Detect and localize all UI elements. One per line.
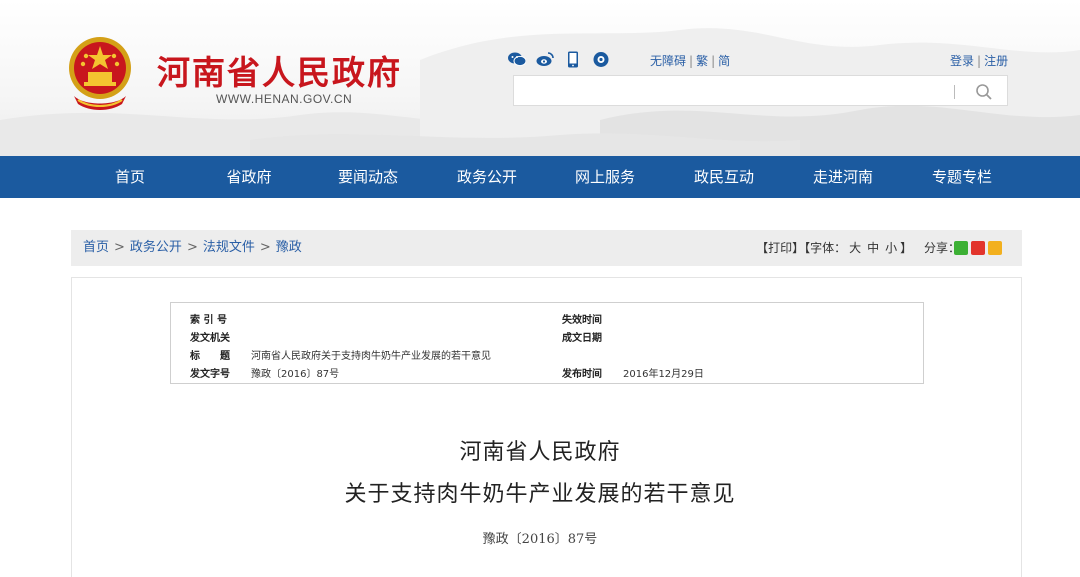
breadcrumb-bar: 首页 > 政务公开 > 法规文件 > 豫政 【打印】【字体：大中小】 分享： xyxy=(71,230,1022,266)
share-icons xyxy=(954,241,1002,255)
nav-item-interaction[interactable]: 政民互动 xyxy=(669,156,779,198)
document-title-line2: 关于支持肉牛奶牛产业发展的若干意见 xyxy=(344,482,736,507)
site-header: 河南省人民政府 WWW.HENAN.GOV.CN 无障碍 | 繁 | 简 登录 | 注册 xyxy=(0,0,1080,156)
share-qq-icon[interactable] xyxy=(988,241,1002,255)
social-icons xyxy=(508,50,610,68)
document-number-value: 豫政〔2016〕87号 xyxy=(251,369,340,380)
document-number-label: 发文字号 xyxy=(190,369,230,380)
search-input[interactable] xyxy=(520,80,944,104)
issuing-authority-label: 发文机关 xyxy=(190,333,230,344)
breadcrumb-government-affairs[interactable]: 政务公开 xyxy=(130,240,182,255)
nav-item-government-affairs[interactable]: 政务公开 xyxy=(432,156,542,198)
national-emblem-icon xyxy=(69,37,131,110)
account-links: 登录 | 注册 xyxy=(950,54,1009,68)
podcast-icon[interactable] xyxy=(592,50,610,68)
expiry-time-label: 失效时间 xyxy=(562,315,602,326)
title-label: 标 题 xyxy=(190,351,230,362)
publish-time-value: 2016年12月29日 xyxy=(623,369,704,380)
breadcrumb: 首页 > 政务公开 > 法规文件 > 豫政 xyxy=(83,240,302,255)
print-button[interactable]: 【打印】 xyxy=(756,241,804,255)
site-url: WWW.HENAN.GOV.CN xyxy=(216,92,353,106)
search-divider xyxy=(954,85,955,99)
simplified-chinese-link[interactable]: 简 xyxy=(718,54,730,68)
document-metadata-table: 索 引 号 失效时间 发文机关 成文日期 标 题 河南省人民政府关于支持肉牛奶牛… xyxy=(170,302,924,384)
breadcrumb-home[interactable]: 首页 xyxy=(83,240,109,255)
traditional-chinese-link[interactable]: 繁 xyxy=(696,54,708,68)
nav-item-home[interactable]: 首页 xyxy=(75,156,185,198)
nav-item-special-topics[interactable]: 专题专栏 xyxy=(907,156,1017,198)
breadcrumb-regulations[interactable]: 法规文件 xyxy=(203,240,255,255)
site-title[interactable]: 河南省人民政府 xyxy=(157,46,402,94)
font-medium-button[interactable]: 中 xyxy=(867,241,879,255)
document-title-line1: 河南省人民政府 xyxy=(459,440,621,465)
title-value: 河南省人民政府关于支持肉牛奶牛产业发展的若干意见 xyxy=(251,351,491,362)
share-weibo-icon[interactable] xyxy=(971,241,985,255)
nav-item-online-services[interactable]: 网上服务 xyxy=(550,156,660,198)
search-icon[interactable] xyxy=(974,82,994,102)
mobile-icon[interactable] xyxy=(564,50,582,68)
register-link[interactable]: 注册 xyxy=(984,54,1008,68)
login-link[interactable]: 登录 xyxy=(950,54,974,68)
font-size-suffix: 】 xyxy=(900,241,913,255)
wechat-icon[interactable] xyxy=(508,50,526,68)
written-date-label: 成文日期 xyxy=(562,333,602,344)
nav-item-about-henan[interactable]: 走进河南 xyxy=(788,156,898,198)
font-small-button[interactable]: 小 xyxy=(885,241,897,255)
breadcrumb-yuzheng[interactable]: 豫政 xyxy=(276,240,302,255)
index-number-label: 索 引 号 xyxy=(190,315,227,326)
nav-item-province-government[interactable]: 省政府 xyxy=(194,156,304,198)
publish-time-label: 发布时间 xyxy=(562,369,602,380)
font-large-button[interactable]: 大 xyxy=(849,241,861,255)
document-number: 豫政〔2016〕87号 xyxy=(482,532,598,547)
nav-item-news[interactable]: 要闻动态 xyxy=(313,156,423,198)
font-size-prefix: 【字体： xyxy=(804,241,847,255)
weibo-icon[interactable] xyxy=(536,50,554,68)
barrier-free-link[interactable]: 无障碍 xyxy=(650,54,686,68)
main-nav: 首页 省政府 要闻动态 政务公开 网上服务 政民互动 走进河南 专题专栏 xyxy=(0,156,1080,198)
page-tools: 【打印】【字体：大中小】 分享： xyxy=(756,230,960,266)
search-box xyxy=(513,75,1008,106)
accessibility-links: 无障碍 | 繁 | 简 xyxy=(650,54,731,68)
share-wechat-icon[interactable] xyxy=(954,241,968,255)
